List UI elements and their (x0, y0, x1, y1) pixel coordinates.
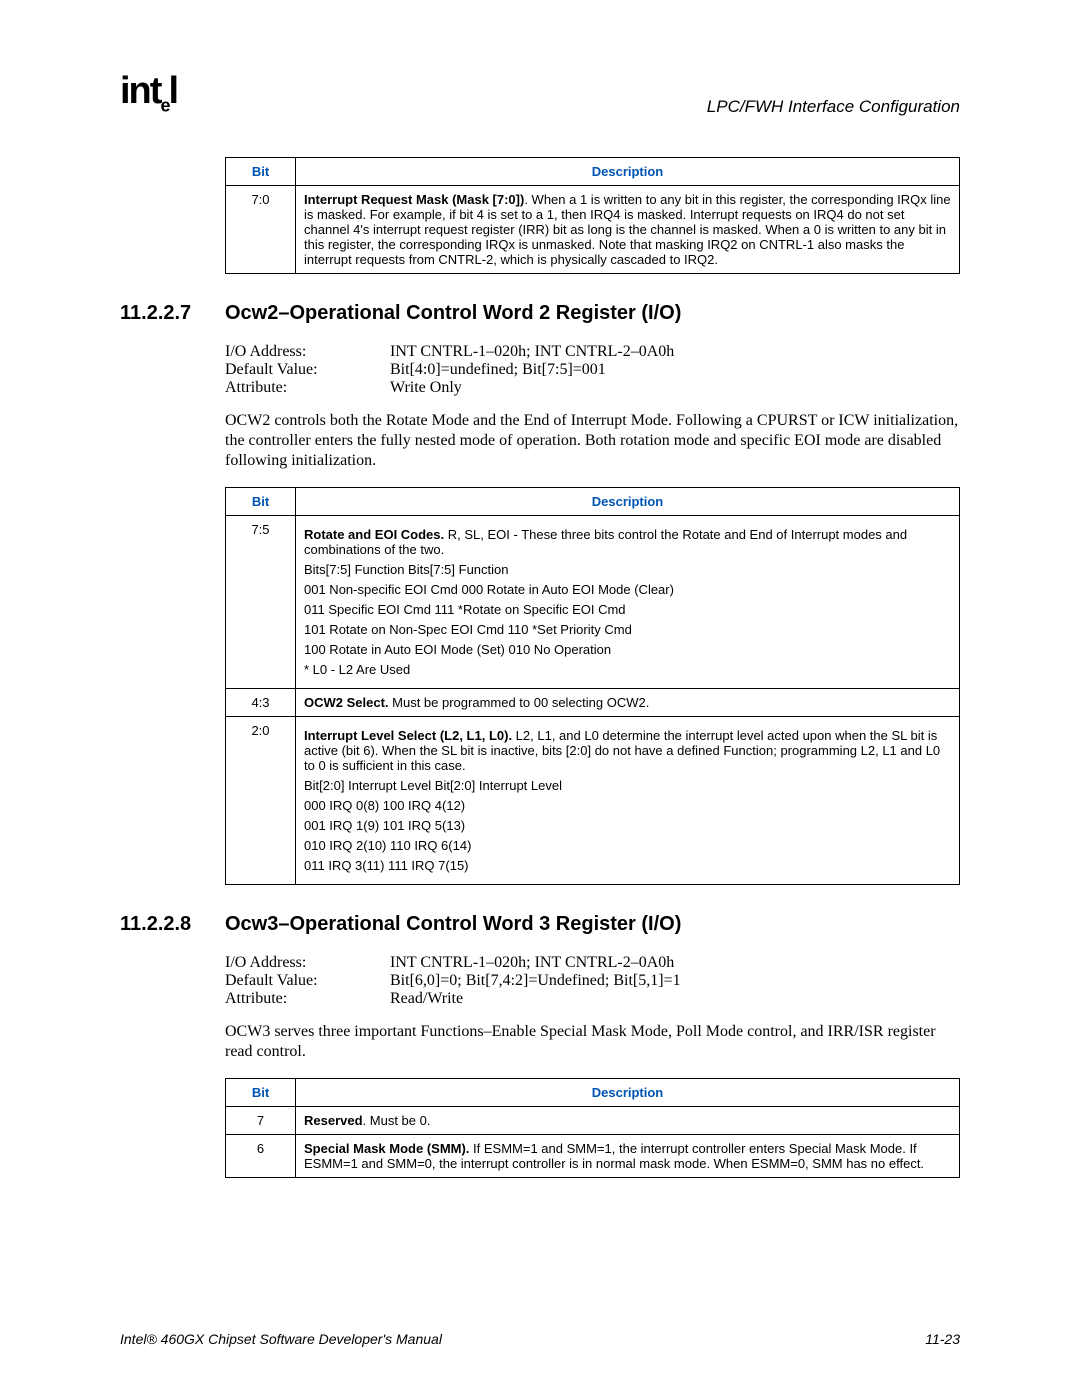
col-header-bit: Bit (226, 487, 296, 515)
bit-table-ocw2: Bit Description 7:5Rotate and EOI Codes.… (225, 487, 960, 885)
section-number: 11.2.2.8 (120, 913, 225, 936)
info-row: I/O Address:INT CNTRL-1–020h; INT CNTRL-… (225, 343, 960, 361)
cell-bit: 7:5 (226, 515, 296, 688)
info-value: INT CNTRL-1–020h; INT CNTRL-2–0A0h (390, 343, 674, 361)
intel-logo: intel (120, 70, 177, 117)
info-key: Default Value: (225, 361, 390, 379)
cell-bit: 6 (226, 1134, 296, 1177)
info-value: Write Only (390, 379, 462, 397)
table-row: 4:3OCW2 Select. Must be programmed to 00… (226, 688, 960, 716)
header-section-title: LPC/FWH Interface Configuration (707, 97, 960, 117)
section-number: 11.2.2.7 (120, 302, 225, 325)
cell-bit: 7 (226, 1106, 296, 1134)
info-value: Bit[6,0]=0; Bit[7,4:2]=Undefined; Bit[5,… (390, 972, 681, 990)
info-row: Default Value:Bit[6,0]=0; Bit[7,4:2]=Und… (225, 972, 960, 990)
table-row: 6Special Mask Mode (SMM). If ESMM=1 and … (226, 1134, 960, 1177)
table-row: 7:0Interrupt Request Mask (Mask [7:0]). … (226, 185, 960, 273)
info-row: Attribute:Write Only (225, 379, 960, 397)
info-value: Read/Write (390, 990, 463, 1008)
col-header-description: Description (296, 1078, 960, 1106)
footer-manual-title: Intel® 460GX Chipset Software Developer'… (120, 1331, 442, 1347)
table-row: 2:0Interrupt Level Select (L2, L1, L0). … (226, 716, 960, 884)
col-header-bit: Bit (226, 1078, 296, 1106)
section-heading-ocw2: 11.2.2.7 Ocw2–Operational Control Word 2… (120, 302, 960, 325)
table-row: 7Reserved. Must be 0. (226, 1106, 960, 1134)
cell-description: OCW2 Select. Must be programmed to 00 se… (296, 688, 960, 716)
cell-description: Rotate and EOI Codes. R, SL, EOI - These… (296, 515, 960, 688)
register-info-ocw3: I/O Address:INT CNTRL-1–020h; INT CNTRL-… (225, 954, 960, 1008)
page-footer: Intel® 460GX Chipset Software Developer'… (120, 1331, 960, 1347)
table2-body: 7:5Rotate and EOI Codes. R, SL, EOI - Th… (226, 515, 960, 884)
info-value: Bit[4:0]=undefined; Bit[7:5]=001 (390, 361, 606, 379)
table-row: 7:5Rotate and EOI Codes. R, SL, EOI - Th… (226, 515, 960, 688)
info-row: I/O Address:INT CNTRL-1–020h; INT CNTRL-… (225, 954, 960, 972)
paragraph-ocw3: OCW3 serves three important Functions–En… (225, 1022, 960, 1062)
section-title: Ocw2–Operational Control Word 2 Register… (225, 302, 681, 325)
info-key: Attribute: (225, 990, 390, 1008)
footer-page-number: 11-23 (925, 1331, 960, 1347)
paragraph-ocw2: OCW2 controls both the Rotate Mode and t… (225, 411, 960, 471)
info-key: I/O Address: (225, 954, 390, 972)
table3-body: 7Reserved. Must be 0.6Special Mask Mode … (226, 1106, 960, 1177)
page: intel LPC/FWH Interface Configuration Bi… (0, 0, 1080, 1266)
cell-description: Reserved. Must be 0. (296, 1106, 960, 1134)
info-row: Attribute:Read/Write (225, 990, 960, 1008)
register-info-ocw2: I/O Address:INT CNTRL-1–020h; INT CNTRL-… (225, 343, 960, 397)
col-header-bit: Bit (226, 157, 296, 185)
col-header-description: Description (296, 157, 960, 185)
info-value: INT CNTRL-1–020h; INT CNTRL-2–0A0h (390, 954, 674, 972)
table1-body: 7:0Interrupt Request Mask (Mask [7:0]). … (226, 185, 960, 273)
cell-description: Special Mask Mode (SMM). If ESMM=1 and S… (296, 1134, 960, 1177)
cell-bit: 2:0 (226, 716, 296, 884)
info-key: Attribute: (225, 379, 390, 397)
info-row: Default Value:Bit[4:0]=undefined; Bit[7:… (225, 361, 960, 379)
bit-table-ocw3: Bit Description 7Reserved. Must be 0.6Sp… (225, 1078, 960, 1178)
cell-description: Interrupt Request Mask (Mask [7:0]). Whe… (296, 185, 960, 273)
col-header-description: Description (296, 487, 960, 515)
cell-bit: 4:3 (226, 688, 296, 716)
cell-bit: 7:0 (226, 185, 296, 273)
bit-table-ocw1-continued: Bit Description 7:0Interrupt Request Mas… (225, 157, 960, 274)
info-key: Default Value: (225, 972, 390, 990)
info-key: I/O Address: (225, 343, 390, 361)
section-heading-ocw3: 11.2.2.8 Ocw3–Operational Control Word 3… (120, 913, 960, 936)
cell-description: Interrupt Level Select (L2, L1, L0). L2,… (296, 716, 960, 884)
page-content: Bit Description 7:0Interrupt Request Mas… (225, 157, 960, 1178)
page-header: intel LPC/FWH Interface Configuration (120, 70, 960, 117)
section-title: Ocw3–Operational Control Word 3 Register… (225, 913, 681, 936)
